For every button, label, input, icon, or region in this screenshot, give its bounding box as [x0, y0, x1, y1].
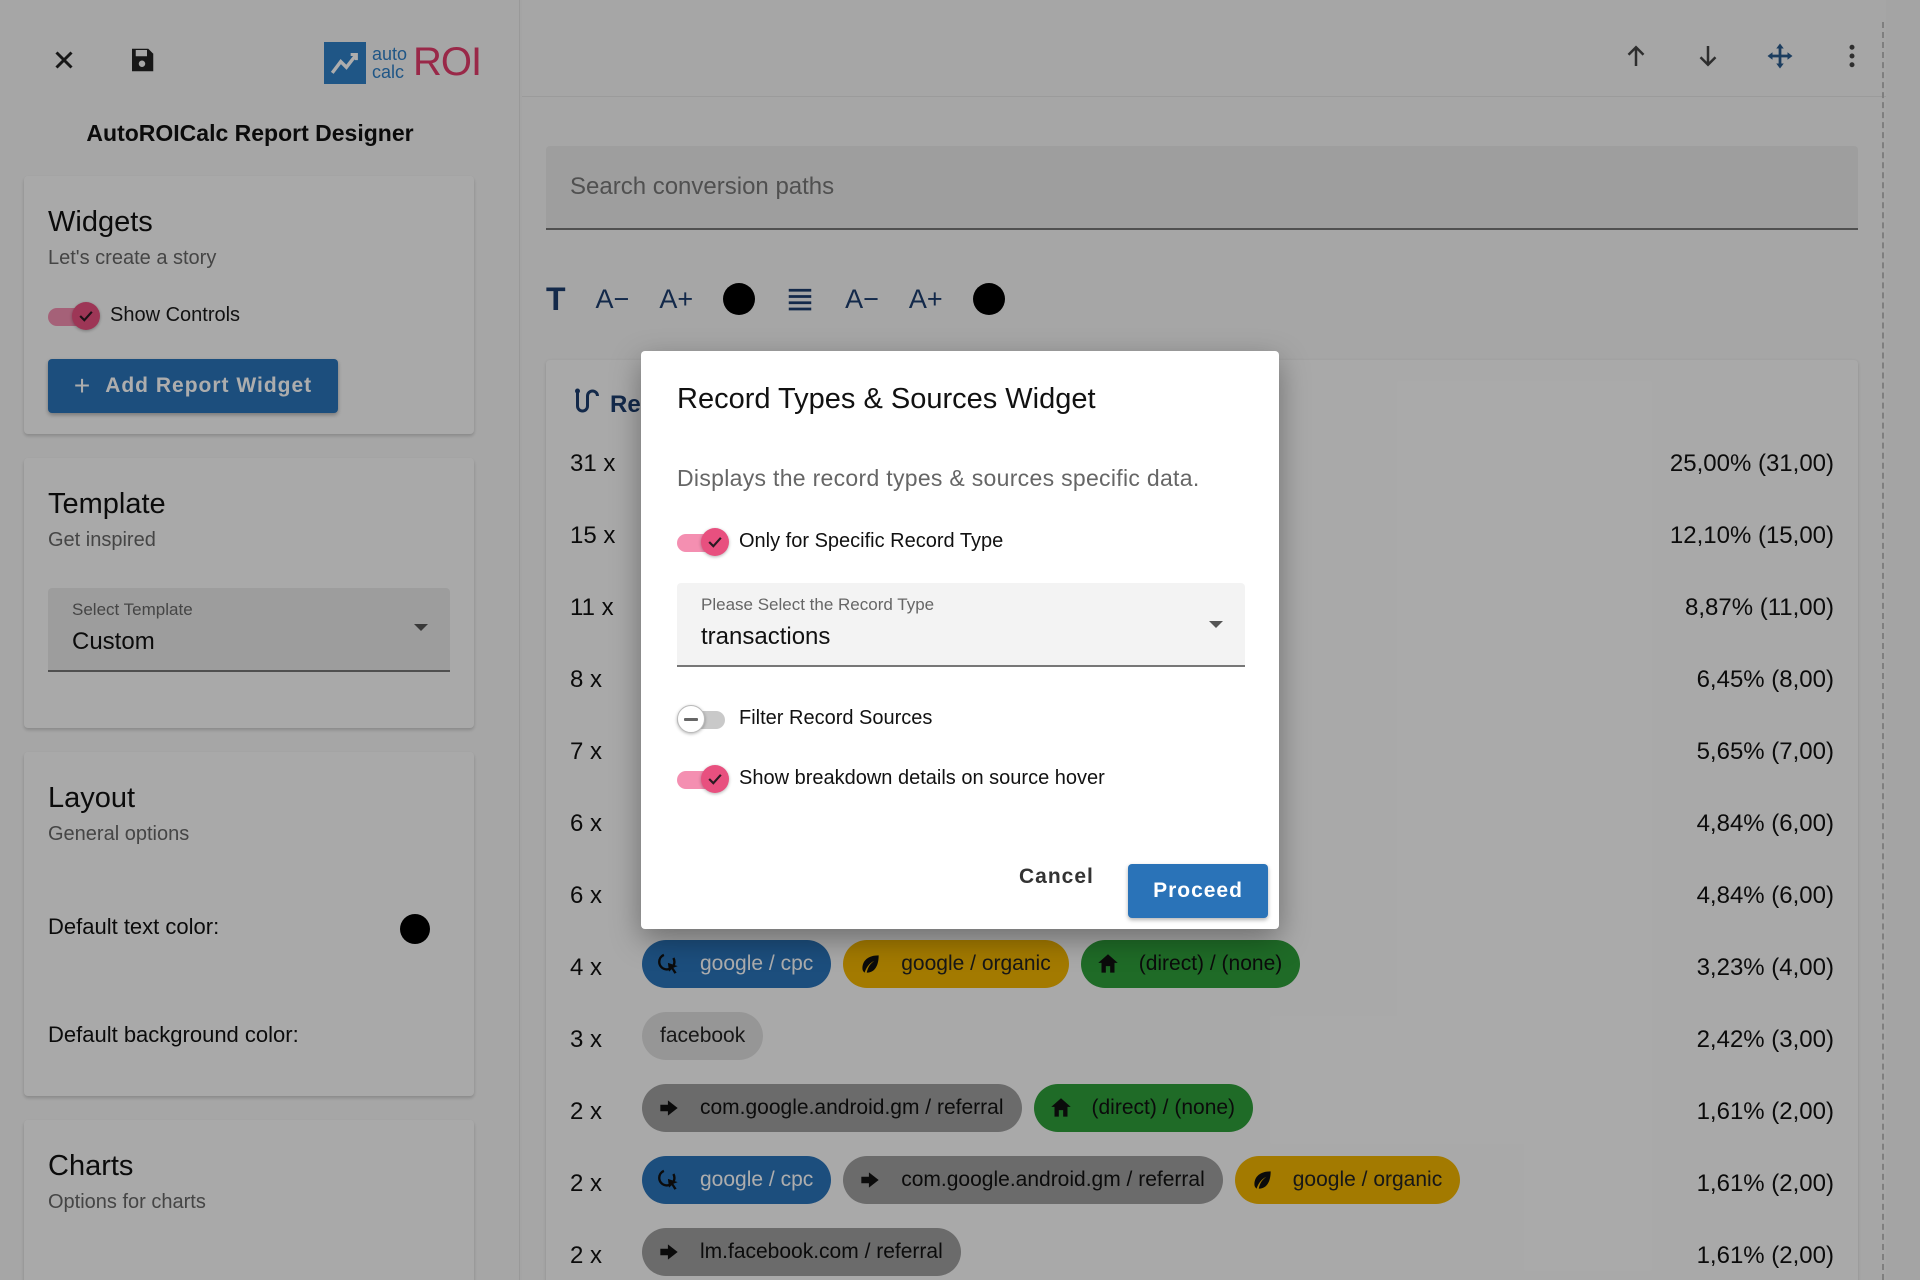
dialog-description: Displays the record types & sources spec… — [677, 465, 1200, 491]
minus-icon — [677, 705, 705, 733]
specific-record-type-switch[interactable] — [677, 527, 729, 556]
filter-record-sources-switch[interactable] — [677, 704, 729, 733]
check-icon — [701, 765, 729, 793]
specific-record-type-row: Only for Specific Record Type — [677, 527, 1004, 556]
breakdown-on-hover-label: Show breakdown details on source hover — [739, 766, 1105, 789]
dialog-title: Record Types & Sources Widget — [677, 383, 1096, 415]
specific-record-type-label: Only for Specific Record Type — [739, 529, 1004, 552]
record-type-select[interactable]: Please Select the Record Type transactio… — [677, 583, 1245, 667]
filter-record-sources-label: Filter Record Sources — [739, 706, 933, 729]
caret-down-icon — [1209, 621, 1223, 628]
record-types-widget-dialog: Record Types & Sources Widget Displays t… — [641, 351, 1279, 929]
breakdown-on-hover-switch[interactable] — [677, 764, 729, 793]
proceed-button[interactable]: Proceed — [1128, 864, 1268, 918]
breakdown-on-hover-row: Show breakdown details on source hover — [677, 764, 1105, 793]
cancel-button[interactable]: Cancel — [1019, 865, 1094, 889]
record-type-select-value: transactions — [701, 623, 831, 650]
filter-record-sources-row: Filter Record Sources — [677, 704, 933, 733]
check-icon — [701, 528, 729, 556]
record-type-select-label: Please Select the Record Type — [701, 595, 935, 614]
